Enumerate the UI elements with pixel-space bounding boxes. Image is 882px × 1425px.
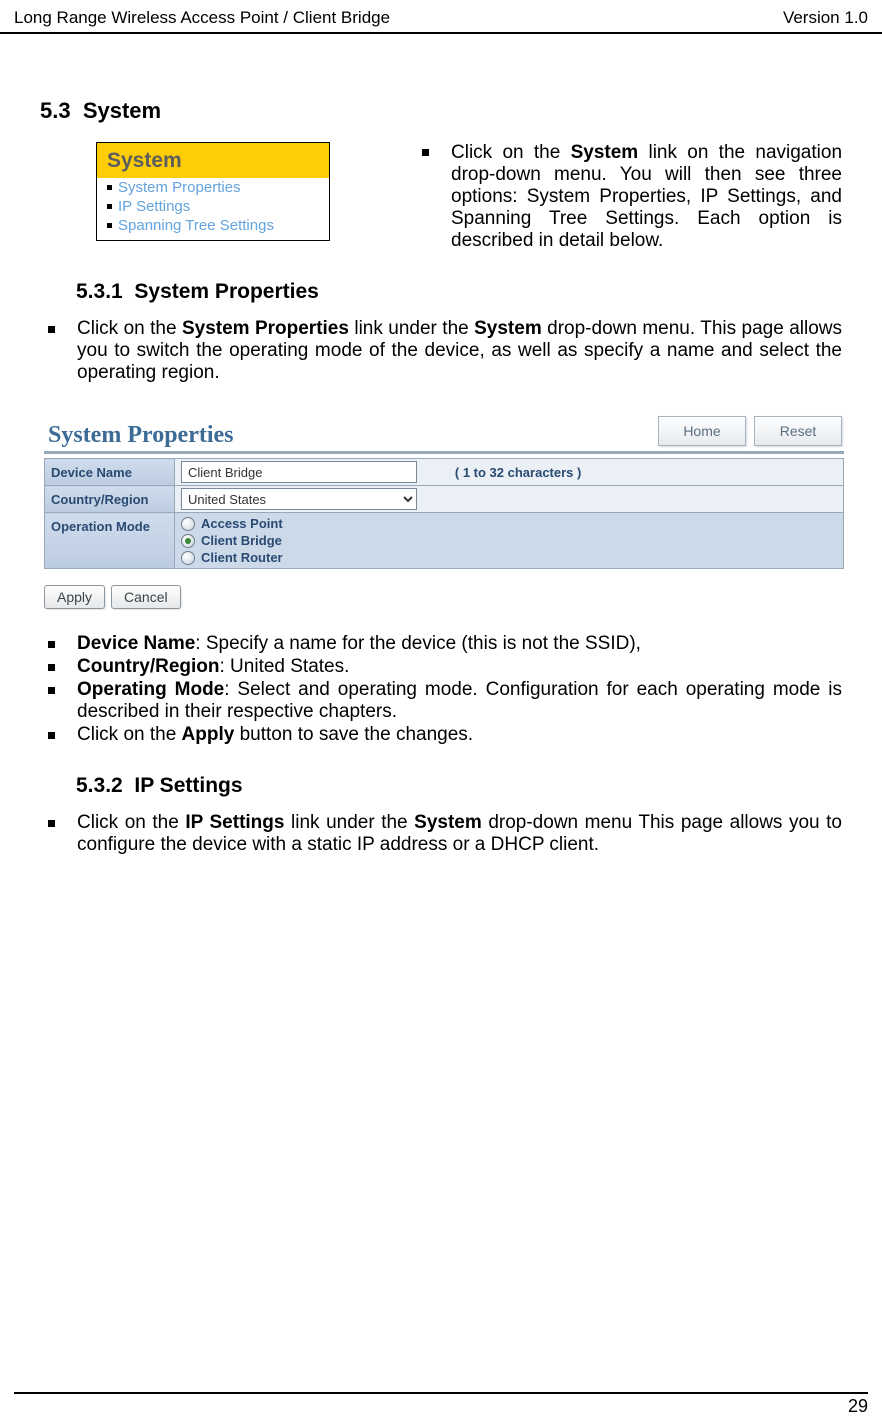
page-number: 29 — [848, 1396, 868, 1416]
nav-item-system-properties[interactable]: System Properties — [97, 178, 329, 197]
opmode-client-bridge[interactable]: Client Bridge — [181, 532, 837, 549]
page-content: 5.3 System System System Properties IP S… — [0, 34, 882, 866]
device-name-label: Device Name — [45, 459, 175, 486]
section-5-3: 5.3 System — [40, 98, 842, 124]
square-bullet-icon — [48, 732, 55, 739]
bullet-icon — [107, 223, 112, 228]
page-footer: 29 — [14, 1392, 868, 1417]
page-header: Long Range Wireless Access Point / Clien… — [0, 0, 882, 34]
nav-system-box: System System Properties IP Settings Spa… — [96, 142, 330, 241]
device-name-hint: ( 1 to 32 characters ) — [455, 465, 581, 480]
intro-paragraph: Click on the System link on the navigati… — [422, 142, 842, 252]
operation-mode-label: Operation Mode — [45, 513, 175, 569]
header-left: Long Range Wireless Access Point / Clien… — [14, 8, 390, 28]
reset-button[interactable]: Reset — [754, 416, 842, 446]
sysprops-intro: Click on the System Properties link unde… — [40, 318, 842, 384]
square-bullet-icon — [422, 149, 429, 156]
desc-device-name: Device Name: Specify a name for the devi… — [40, 633, 842, 655]
bullet-icon — [107, 185, 112, 190]
system-properties-panel: System Properties Home Reset Device Name… — [44, 408, 844, 609]
square-bullet-icon — [48, 326, 55, 333]
section-5-3-1: 5.3.1 System Properties — [76, 280, 842, 304]
desc-country-region: Country/Region: United States. — [40, 656, 842, 678]
nav-title: System — [97, 143, 329, 178]
square-bullet-icon — [48, 820, 55, 827]
apply-button[interactable]: Apply — [44, 585, 105, 609]
nav-item-ip-settings[interactable]: IP Settings — [97, 197, 329, 216]
nav-item-spanning-tree[interactable]: Spanning Tree Settings — [97, 216, 329, 240]
header-right: Version 1.0 — [783, 8, 868, 28]
device-name-input[interactable] — [181, 461, 417, 483]
radio-icon — [181, 517, 195, 531]
panel-title: System Properties — [44, 422, 234, 449]
bullet-icon — [107, 204, 112, 209]
desc-operating-mode: Operating Mode: Select and operating mod… — [40, 679, 842, 723]
cancel-button[interactable]: Cancel — [111, 585, 181, 609]
radio-selected-icon — [181, 534, 195, 548]
ipsettings-intro: Click on the IP Settings link under the … — [40, 812, 842, 856]
desc-apply: Click on the Apply button to save the ch… — [40, 724, 842, 746]
section-5-3-2: 5.3.2 IP Settings — [76, 774, 842, 798]
square-bullet-icon — [48, 641, 55, 648]
country-region-select[interactable]: United States — [181, 488, 417, 510]
country-region-label: Country/Region — [45, 486, 175, 513]
opmode-client-router[interactable]: Client Router — [181, 549, 837, 566]
square-bullet-icon — [48, 664, 55, 671]
home-button[interactable]: Home — [658, 416, 746, 446]
radio-icon — [181, 551, 195, 565]
opmode-access-point[interactable]: Access Point — [181, 515, 837, 532]
square-bullet-icon — [48, 687, 55, 694]
